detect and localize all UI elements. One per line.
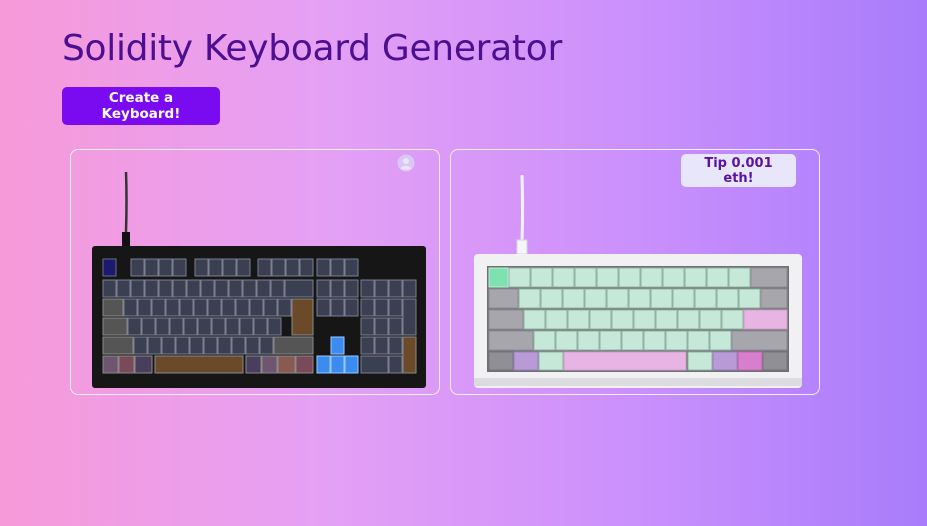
create-keyboard-button[interactable]: Create a Keyboard! <box>62 87 220 125</box>
page-title: Solidity Keyboard Generator <box>62 28 562 69</box>
keyboard-image-full[interactable] <box>71 150 439 394</box>
keyboard-card: Tip 0.001 eth! <box>450 149 820 395</box>
keyboard-card <box>70 149 440 395</box>
keyboard-image-60[interactable] <box>451 150 819 394</box>
